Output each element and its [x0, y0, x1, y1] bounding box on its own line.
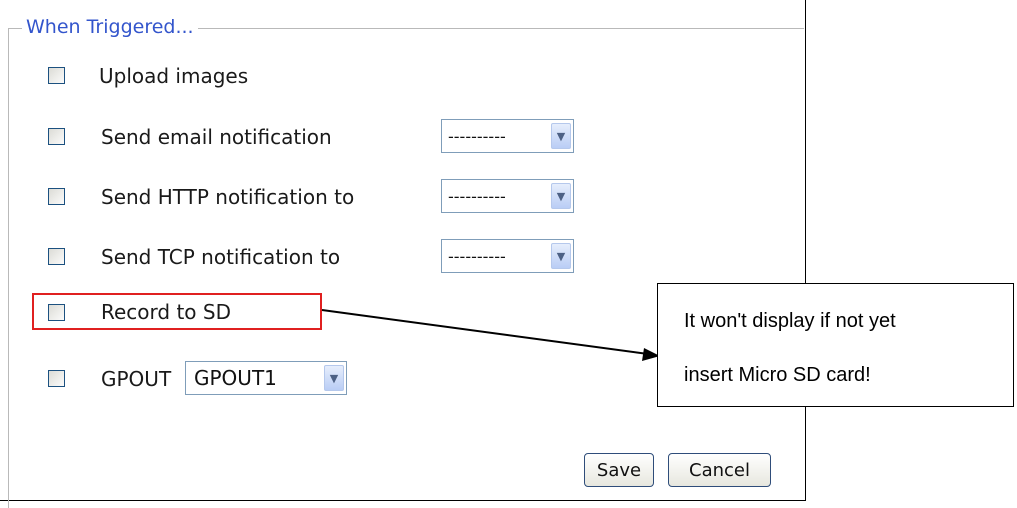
- callout-line-2: insert Micro SD card!: [684, 364, 871, 386]
- annotation-arrow: [321, 309, 660, 361]
- callout-note: It won't display if not yet insert Micro…: [657, 283, 1014, 407]
- callout-line-1: It won't display if not yet: [684, 310, 896, 332]
